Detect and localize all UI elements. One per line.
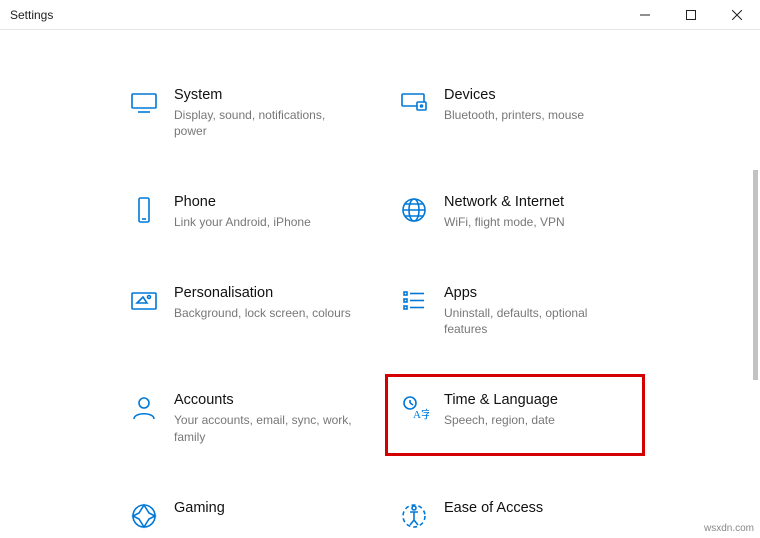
category-ease-of-access[interactable]: Ease of Access (390, 493, 640, 538)
category-desc: Bluetooth, printers, mouse (444, 107, 584, 123)
category-system[interactable]: System Display, sound, notifications, po… (120, 80, 370, 145)
category-title: System (174, 86, 354, 105)
category-title: Network & Internet (444, 193, 565, 212)
category-desc: Display, sound, notifications, power (174, 107, 354, 139)
category-title: Ease of Access (444, 499, 543, 518)
gaming-icon (124, 499, 164, 533)
category-title: Personalisation (174, 284, 351, 303)
vertical-scrollbar[interactable] (753, 170, 758, 380)
category-personalisation[interactable]: Personalisation Background, lock screen,… (120, 278, 370, 343)
category-desc: Speech, region, date (444, 412, 558, 428)
category-desc: WiFi, flight mode, VPN (444, 214, 565, 230)
category-desc: Your accounts, email, sync, work, family (174, 412, 354, 444)
person-icon (124, 391, 164, 425)
category-desc: Background, lock screen, colours (174, 305, 351, 321)
paintbrush-icon (124, 284, 164, 318)
watermark: wsxdn.com (704, 523, 754, 534)
category-devices[interactable]: Devices Bluetooth, printers, mouse (390, 80, 640, 145)
apps-list-icon (394, 284, 434, 318)
titlebar: Settings (0, 0, 760, 30)
settings-content: System Display, sound, notifications, po… (0, 30, 760, 538)
category-title: Apps (444, 284, 624, 303)
ease-of-access-icon (394, 499, 434, 533)
phone-icon (124, 193, 164, 227)
category-title: Gaming (174, 499, 225, 518)
close-button[interactable] (714, 0, 760, 30)
category-accounts[interactable]: Accounts Your accounts, email, sync, wor… (120, 385, 370, 450)
category-gaming[interactable]: Gaming (120, 493, 370, 538)
time-language-icon: A字 (394, 391, 434, 425)
category-title: Time & Language (444, 391, 558, 410)
category-time-language[interactable]: A字 Time & Language Speech, region, date (390, 379, 640, 450)
system-icon (124, 86, 164, 120)
svg-text:A字: A字 (413, 407, 429, 421)
minimize-button[interactable] (622, 0, 668, 30)
category-apps[interactable]: Apps Uninstall, defaults, optional featu… (390, 278, 640, 343)
maximize-button[interactable] (668, 0, 714, 30)
category-title: Phone (174, 193, 311, 212)
category-title: Accounts (174, 391, 354, 410)
category-phone[interactable]: Phone Link your Android, iPhone (120, 187, 370, 236)
globe-icon (394, 193, 434, 227)
window-title: Settings (10, 8, 53, 22)
category-desc: Link your Android, iPhone (174, 214, 311, 230)
category-desc: Uninstall, defaults, optional features (444, 305, 624, 337)
category-network[interactable]: Network & Internet WiFi, flight mode, VP… (390, 187, 640, 236)
category-title: Devices (444, 86, 584, 105)
category-grid: System Display, sound, notifications, po… (120, 80, 720, 538)
devices-icon (394, 86, 434, 120)
